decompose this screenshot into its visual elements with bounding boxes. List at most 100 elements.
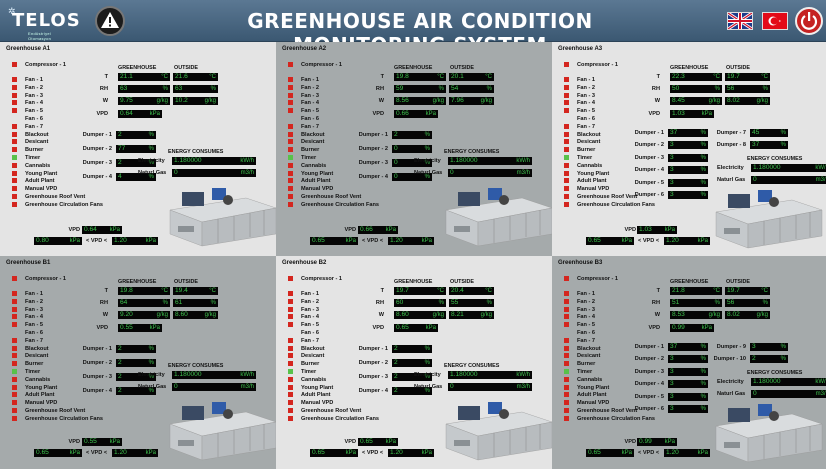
item-label: Desicant — [301, 353, 325, 360]
device-item: Manual VPD — [12, 400, 57, 407]
device-item: Fan - 1 — [12, 291, 43, 298]
vpd-max-readout-unit: kPa — [145, 450, 156, 456]
damper-label: Dumper - 2 — [82, 146, 112, 152]
vpd-min-readout-unit: kPa — [621, 450, 632, 456]
label-w: W — [654, 312, 660, 318]
outside-t-value: 19.7 — [727, 287, 740, 294]
status-indicator — [564, 298, 569, 304]
damper-readout-unit: % — [148, 146, 154, 152]
electricity-readout-value: 1.180000 — [450, 157, 478, 164]
item-label: Fan - 6 — [25, 116, 44, 122]
status-indicator — [564, 62, 569, 68]
warning-icon[interactable] — [95, 6, 125, 36]
natural-gas-label: Naturl Gas — [717, 391, 746, 397]
status-indicator — [564, 139, 569, 145]
status-indicator — [12, 298, 17, 304]
logo-subtitle: Endüstriyel Otomasyon — [28, 31, 52, 41]
compressor-item: Compressor - 1 — [564, 276, 618, 283]
device-item: Burner — [564, 147, 595, 154]
item-label: Manual VPD — [301, 186, 334, 193]
compressor-item: Compressor - 1 — [288, 62, 342, 69]
status-indicator — [288, 84, 293, 90]
power-icon[interactable] — [795, 7, 823, 35]
item-label: Fan - 3 — [301, 92, 320, 99]
status-indicator — [564, 147, 569, 153]
item-label: Burner — [25, 361, 44, 368]
damper-readout: 0% — [392, 145, 432, 153]
status-indicator — [12, 369, 17, 375]
outside-w-value: 8.21 — [451, 311, 464, 318]
vpd-readout-unit: kPa — [149, 111, 160, 117]
outside-rh: 56% — [725, 85, 770, 93]
compressor-item: Compressor - 1 — [12, 62, 66, 69]
item-label: Fan - 1 — [25, 77, 44, 83]
electricity-label: Electricity — [717, 379, 744, 385]
status-indicator — [12, 84, 17, 90]
vpd-range-label: < VPD < — [638, 450, 660, 456]
flag-uk-icon[interactable] — [727, 11, 753, 31]
air-handler-unit-image — [444, 182, 552, 248]
device-item: Timer — [12, 155, 40, 162]
status-indicator — [564, 194, 569, 200]
item-label: Fan - 2 — [301, 84, 320, 91]
damper-readout-value: 2 — [752, 355, 756, 363]
status-indicator — [12, 400, 17, 406]
device-item: Fan - 7 — [564, 124, 595, 131]
damper-label: Dumper - 2 — [358, 146, 388, 152]
greenhouse-t: 22.3 °C — [670, 73, 722, 81]
item-label: Greenhouse Roof Vent — [25, 408, 86, 414]
vpd-min-readout: 0.65 kPa — [34, 449, 82, 457]
natural-gas-label: Naturl Gas — [414, 170, 443, 176]
natural-gas-readout: 0 m3/h — [751, 176, 826, 184]
greenhouse-w: 9.75 g/kg — [118, 97, 170, 105]
item-label: Compressor - 1 — [25, 62, 67, 68]
item-label: Fan - 6 — [577, 116, 596, 122]
damper-readout-value: 0 — [394, 159, 398, 166]
vpd-readout-value: 0.65 — [396, 324, 409, 331]
device-item: Manual VPD — [564, 400, 609, 407]
label-rh: RH — [99, 86, 108, 92]
status-indicator — [288, 116, 293, 121]
damper-readout-value: 2 — [394, 359, 398, 366]
greenhouse-w: 8.60 g/kg — [394, 311, 446, 319]
device-item: Burner — [12, 361, 43, 368]
label-vpd: VPD — [372, 325, 384, 331]
greenhouse-rh-value: 63 — [120, 85, 128, 92]
device-item: Fan - 2 — [288, 299, 319, 306]
vpd-setpoint-readout-value: 0.66 — [360, 226, 373, 233]
damper-readout-value: 2 — [118, 345, 122, 352]
item-label: Blackout — [25, 345, 49, 352]
vpd-max-readout: 1.20 kPa — [664, 449, 710, 457]
damper-label: Dumper - 1 — [634, 344, 664, 350]
electricity-label: Electricity — [414, 158, 441, 164]
item-label: Fan - 5 — [25, 108, 44, 115]
item-label: Compressor - 1 — [577, 276, 619, 282]
device-item: Fan - 3 — [288, 93, 319, 100]
vpd-max-readout-unit: kPa — [697, 238, 708, 244]
outside-rh-unit: % — [210, 300, 216, 306]
natural-gas-readout: 0 m3/h — [448, 169, 532, 177]
device-item: Desicant — [288, 353, 324, 360]
damper-readout-value: 2 — [118, 387, 122, 394]
flag-tr-icon[interactable] — [762, 12, 788, 30]
device-item: Fan - 5 — [12, 108, 43, 115]
status-indicator — [12, 276, 17, 282]
damper-readout-value: 37 — [670, 129, 678, 136]
label-t: T — [104, 74, 108, 80]
vpd-setpoint-readout-value: 0.99 — [639, 438, 652, 445]
outside-t: 21.6 °C — [173, 73, 218, 81]
natural-gas-label: Naturl Gas — [717, 177, 746, 183]
damper-label: Dumper - 5 — [634, 179, 664, 186]
vpd-min-readout-value: 0.65 — [312, 237, 325, 244]
natural-gas-readout: 0 m3/h — [751, 390, 826, 398]
item-label: Young Plant — [25, 170, 58, 177]
status-indicator — [288, 100, 293, 106]
damper-label: Dumper - 6 — [634, 406, 664, 412]
vpd-min-readout-value: 0.65 — [588, 237, 601, 244]
vpd-max-readout: 1.20 kPa — [112, 237, 158, 245]
status-indicator — [564, 369, 569, 375]
outside-rh: 63% — [173, 85, 218, 93]
outside-t-value: 20.1 — [451, 73, 464, 80]
device-item: Fan - 4 — [12, 100, 43, 107]
outside-w-value: 10.2 — [175, 97, 188, 104]
